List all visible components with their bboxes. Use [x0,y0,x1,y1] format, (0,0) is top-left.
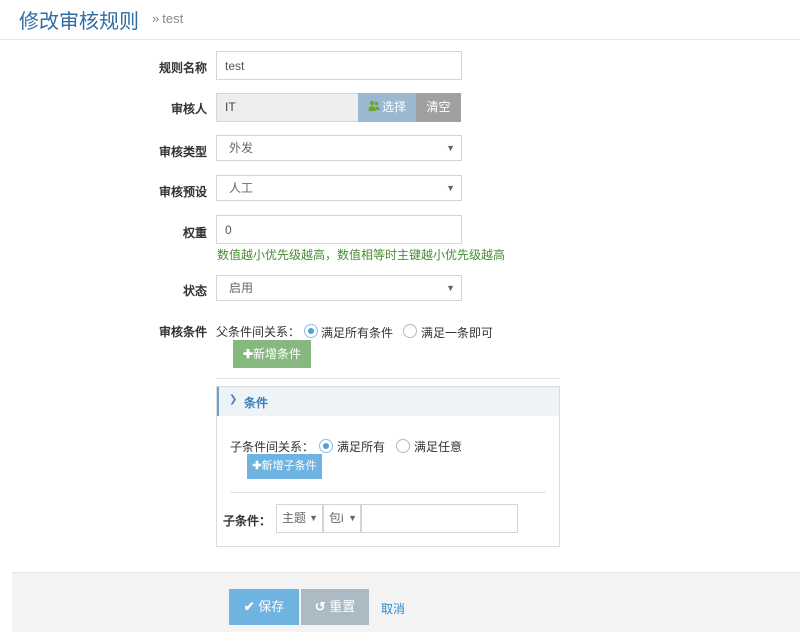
divider [216,378,560,379]
parent-option-all-label: 满足所有条件 [321,326,394,340]
add-child-condition-label: 新增子条件 [261,460,317,472]
review-type-select[interactable]: 外发 ▼ [216,135,462,161]
caret-down-icon: ▼ [446,183,455,193]
review-type-value: 外发 [229,141,254,155]
breadcrumb: » test [152,11,183,26]
child-option-any-label: 满足任意 [414,440,463,454]
check-icon: ✔ [243,599,255,614]
weight-hint: 数值越小优先级越高，数值相等时主键越小优先级越高 [217,248,506,262]
child-relation-label: 子条件间关系： [230,440,315,454]
caret-down-icon: ▼ [309,513,318,523]
caret-down-icon: ▼ [446,283,455,293]
plus-icon: ✚ [252,460,262,472]
page-title: 修改审核规则 [19,11,139,33]
weight-input[interactable] [216,215,462,244]
review-preset-value: 人工 [229,181,254,195]
status-select[interactable]: 启用 ▼ [216,275,462,301]
choose-label: 选择 [381,100,406,114]
breadcrumb-item: test [162,11,184,26]
child-condition-label: 子条件： [222,514,271,528]
radio-child-all[interactable] [319,439,333,453]
rule-name-label: 规则名称 [158,61,207,75]
review-preset-label: 审核预设 [158,185,207,199]
child-option-all-label: 满足所有 [337,440,386,454]
child-value-input[interactable] [361,504,518,533]
radio-child-any[interactable] [396,439,410,453]
form-actions-bar [12,572,800,632]
choose-reviewer-button[interactable]: 选择 [358,93,416,122]
save-button[interactable]: ✔ 保存 [229,589,299,625]
child-operator-select[interactable]: 包i ▼ [323,504,361,533]
add-child-condition-button[interactable]: ✚新增子条件 [247,454,322,479]
child-operator-value: 包i [329,511,344,525]
status-label: 状态 [182,284,207,298]
radio-parent-any[interactable] [403,324,417,338]
reviewer-input[interactable]: IT [216,93,359,122]
reset-label: 重置 [329,599,356,614]
child-field-value: 主题 [282,511,307,525]
page-header: 修改审核规则 » test [0,0,800,40]
breadcrumb-separator: » [152,11,160,26]
condition-panel-header[interactable]: ❯ 条件 [217,387,559,416]
rule-name-input[interactable] [216,51,462,80]
clear-reviewer-button[interactable]: 清空 [416,93,461,122]
caret-down-icon: ▼ [348,513,357,523]
parent-option-any-label: 满足一条即可 [421,326,494,340]
conditions-label: 审核条件 [158,325,207,339]
add-condition-label: 新增条件 [253,347,302,361]
weight-label: 权重 [182,226,207,240]
review-preset-select[interactable]: 人工 ▼ [216,175,462,201]
condition-panel-title: 条件 [244,396,269,410]
reviewer-label: 审核人 [170,102,207,116]
plus-icon: ✚ [242,347,254,361]
parent-relation-label: 父条件间关系： [216,325,301,339]
child-field-select[interactable]: 主题 ▼ [276,504,323,533]
radio-parent-all[interactable] [304,324,318,338]
save-label: 保存 [258,599,285,614]
reset-button[interactable]: ↺ 重置 [301,589,369,625]
chevron-down-icon: ❯ [229,394,238,405]
undo-icon: ↺ [314,599,326,614]
status-value: 启用 [229,281,254,295]
caret-down-icon: ▼ [446,143,455,153]
divider [230,492,546,493]
add-condition-button[interactable]: ✚新增条件 [233,340,311,368]
cancel-link[interactable]: 取消 [381,600,405,617]
users-icon [368,100,380,111]
review-type-label: 审核类型 [158,145,207,159]
